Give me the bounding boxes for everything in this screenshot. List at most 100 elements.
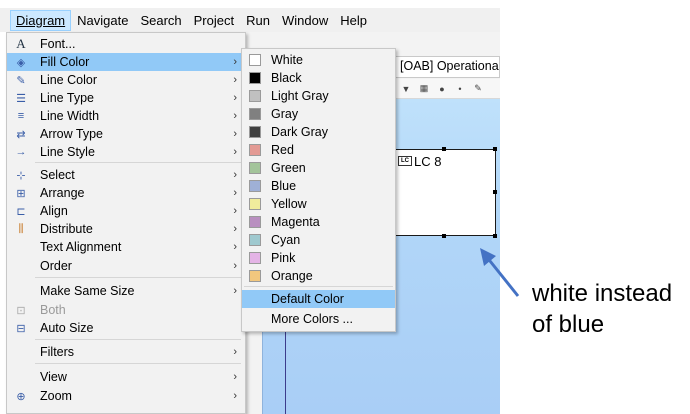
submenu-arrow-icon: › xyxy=(233,74,237,86)
color-swatch xyxy=(249,126,261,138)
line-style-icon: → xyxy=(15,146,27,158)
pen-icon: ✎ xyxy=(16,74,26,87)
color-option-light-gray[interactable]: Light Gray xyxy=(242,87,395,105)
color-option-black[interactable]: Black xyxy=(242,69,395,87)
zoom-icon: ⊕ xyxy=(16,390,26,403)
menu-run[interactable]: Run xyxy=(240,10,276,31)
resize-handle[interactable] xyxy=(442,234,446,238)
annotation-line-2: of blue xyxy=(532,311,605,338)
node-label: LC 8 xyxy=(414,154,442,169)
color-swatch xyxy=(249,216,261,228)
color-option-red[interactable]: Red xyxy=(242,141,395,159)
menu-item-font[interactable]: A Font... xyxy=(7,35,245,53)
resize-handle[interactable] xyxy=(493,147,497,151)
menu-item-select[interactable]: ⊹ Select › xyxy=(7,166,245,184)
color-swatch xyxy=(249,162,261,174)
menu-item-line-color[interactable]: ✎ Line Color › xyxy=(7,71,245,89)
menu-item-arrange[interactable]: ⊞ Arrange › xyxy=(7,184,245,202)
annotation-text: white instead of blue xyxy=(532,278,672,340)
color-swatch xyxy=(249,234,261,246)
menu-window[interactable]: Window xyxy=(276,10,334,31)
color-swatch xyxy=(249,108,261,120)
align-icon: ⊏ xyxy=(16,205,26,218)
color-option-cyan[interactable]: Cyan xyxy=(242,231,395,249)
color-option-magenta[interactable]: Magenta xyxy=(242,213,395,231)
annotation-arrow xyxy=(480,248,520,297)
diagram-node[interactable]: LC LC 8 xyxy=(393,149,496,236)
color-swatch xyxy=(249,144,261,156)
menu-item-align[interactable]: ⊏ Align › xyxy=(7,202,245,220)
color-option-gray[interactable]: Gray xyxy=(242,105,395,123)
label-icon[interactable]: ✎ xyxy=(471,83,485,95)
resize-handle[interactable] xyxy=(493,190,497,194)
submenu-arrow-icon: › xyxy=(233,128,237,140)
menu-item-arrow-type[interactable]: ⇄ Arrow Type › xyxy=(7,125,245,143)
menu-item-line-style[interactable]: → Line Style › xyxy=(7,143,245,161)
line-width-icon: ≡ xyxy=(17,110,25,122)
menu-item-line-width[interactable]: ≡ Line Width › xyxy=(7,107,245,125)
arrange-icon: ⊞ xyxy=(16,187,26,200)
dot-icon[interactable]: ● xyxy=(435,83,449,95)
menu-project[interactable]: Project xyxy=(188,10,240,31)
submenu-arrow-icon: › xyxy=(233,169,237,181)
color-swatch xyxy=(249,198,261,210)
layout-icon[interactable]: ▦ xyxy=(417,83,431,95)
menu-item-make-same-size[interactable]: Make Same Size › xyxy=(7,282,245,300)
submenu-arrow-icon: › xyxy=(233,92,237,104)
menu-diagram[interactable]: Diagram xyxy=(10,9,72,31)
canvas-connector-line xyxy=(285,330,286,414)
color-option-orange[interactable]: Orange xyxy=(242,267,395,285)
editor-tab[interactable]: [OAB] Operational xyxy=(395,56,500,78)
dot-icon[interactable]: • xyxy=(453,83,467,95)
menu-separator xyxy=(244,286,393,287)
diagram-toolbar: ▼ ▦ ● • ✎ xyxy=(395,79,500,99)
auto-size-icon: ⊟ xyxy=(16,322,26,335)
menu-item-fill-color[interactable]: ◈ Fill Color › xyxy=(7,53,245,71)
fill-bucket-icon: ◈ xyxy=(16,56,26,69)
color-swatch xyxy=(249,252,261,264)
color-option-white[interactable]: White xyxy=(242,51,395,69)
line-type-icon: ☰ xyxy=(16,92,26,105)
menu-help[interactable]: Help xyxy=(334,10,373,31)
submenu-arrow-icon: › xyxy=(233,260,237,272)
submenu-arrow-icon: › xyxy=(233,223,237,235)
font-icon: A xyxy=(16,36,26,51)
color-option-green[interactable]: Green xyxy=(242,159,395,177)
menu-separator xyxy=(35,363,241,364)
menu-separator xyxy=(35,277,241,278)
color-option-more-colors[interactable]: More Colors ... xyxy=(242,310,395,328)
menu-separator xyxy=(35,339,241,340)
submenu-arrow-icon: › xyxy=(233,241,237,253)
menu-item-text-alignment[interactable]: Text Alignment › xyxy=(7,238,245,256)
menu-item-order[interactable]: Order › xyxy=(7,257,245,275)
diagram-menu: A Font... ◈ Fill Color › ✎ Line Color › … xyxy=(6,32,246,414)
submenu-arrow-icon: › xyxy=(233,371,237,383)
menu-item-view[interactable]: View › xyxy=(7,368,245,386)
submenu-arrow-icon: › xyxy=(233,390,237,402)
resize-handle[interactable] xyxy=(442,147,446,151)
menu-item-auto-size[interactable]: ⊟ Auto Size xyxy=(7,319,245,337)
menu-bar: Diagram Navigate Search Project Run Wind… xyxy=(0,8,500,32)
menu-item-zoom[interactable]: ⊕ Zoom › xyxy=(7,387,245,405)
color-option-yellow[interactable]: Yellow xyxy=(242,195,395,213)
same-size-both-icon: ⊡ xyxy=(16,304,26,317)
fill-color-submenu: White Black Light Gray Gray Dark Gray Re… xyxy=(241,48,396,332)
dropdown-arrow-icon[interactable]: ▼ xyxy=(399,83,413,95)
menu-item-filters[interactable]: Filters › xyxy=(7,343,245,361)
select-icon: ⊹ xyxy=(16,169,26,182)
menu-item-both: ⊡ Both xyxy=(7,301,245,319)
menu-separator xyxy=(35,162,241,163)
submenu-arrow-icon: › xyxy=(233,285,237,297)
submenu-arrow-icon: › xyxy=(233,187,237,199)
color-option-blue[interactable]: Blue xyxy=(242,177,395,195)
color-swatch xyxy=(249,72,261,84)
menu-item-line-type[interactable]: ☰ Line Type › xyxy=(7,89,245,107)
color-option-pink[interactable]: Pink xyxy=(242,249,395,267)
menu-search[interactable]: Search xyxy=(134,10,187,31)
color-option-default[interactable]: Default Color xyxy=(242,290,395,308)
color-swatch xyxy=(249,270,261,282)
menu-navigate[interactable]: Navigate xyxy=(71,10,134,31)
color-option-dark-gray[interactable]: Dark Gray xyxy=(242,123,395,141)
menu-item-distribute[interactable]: ⫼ Distribute › xyxy=(7,220,245,238)
distribute-icon: ⫼ xyxy=(18,222,24,235)
